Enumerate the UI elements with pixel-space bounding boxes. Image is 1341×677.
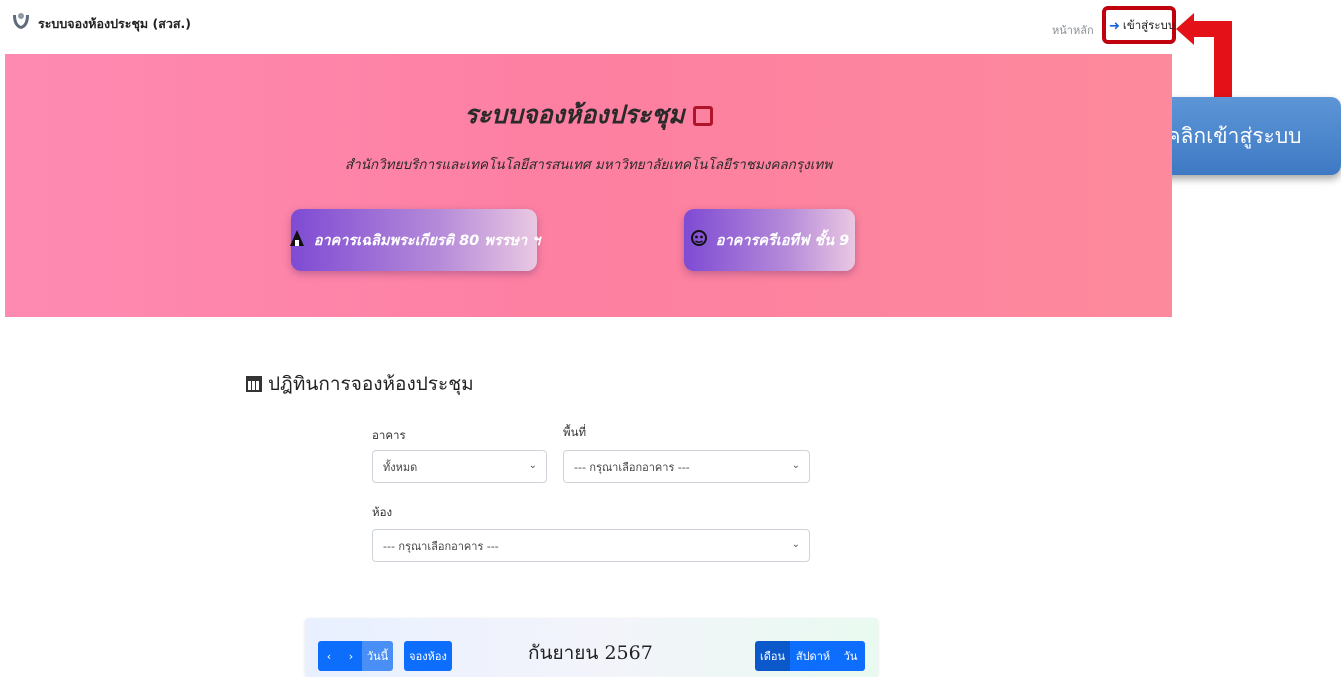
room-filter-label: ห้อง <box>372 505 393 519</box>
edit-icon <box>692 106 713 126</box>
prev-month-button[interactable]: ‹ <box>318 641 340 671</box>
banner-title: ระบบจองห้องประชุม <box>0 95 1177 135</box>
login-label: เข้าสู่ระบบ <box>1122 18 1176 32</box>
room-select-value: --- กรุณาเลือกอาคาร --- <box>383 539 499 553</box>
calendar-heading-text: ปฎิทินการจองห้องประชุม <box>268 373 474 395</box>
hero-banner <box>5 54 1172 317</box>
view-day-button[interactable]: วัน <box>836 641 865 671</box>
area-select[interactable]: --- กรุณาเลือกอาคาร --- ⌄ <box>563 450 810 483</box>
building-select-value: ทั้งหมด <box>383 460 418 474</box>
banner-subtitle: สำนักวิทยบริการและเทคโนโลยีสารสนเทศ มหาว… <box>344 157 833 173</box>
brand-title[interactable]: ระบบจองห้องประชุม (สวส.) <box>38 14 191 34</box>
calendar-heading: ปฎิทินการจองห้องประชุม <box>246 369 474 399</box>
building-filter-label: อาคาร <box>372 428 406 442</box>
logo-icon <box>10 10 32 32</box>
creative-building-button[interactable]: อาคารครีเอทีฟ ชั้น 9 <box>684 209 855 271</box>
login-link[interactable]: ➜ เข้าสู่ระบบ <box>1109 17 1175 35</box>
chevron-down-icon: ⌄ <box>791 460 800 471</box>
room-select[interactable]: --- กรุณาเลือกอาคาร --- ⌄ <box>372 529 810 562</box>
calendar-icon <box>246 376 262 392</box>
annotation-arrow-stem <box>1214 21 1232 103</box>
today-button[interactable]: วันนี้ <box>362 641 393 671</box>
view-month-button[interactable]: เดือน <box>755 641 790 671</box>
view-week-button[interactable]: สัปดาห์ <box>790 641 836 671</box>
book-room-button[interactable]: จองห้อง <box>404 641 452 671</box>
area-select-value: --- กรุณาเลือกอาคาร --- <box>574 460 690 474</box>
chevron-down-icon: ⌄ <box>528 460 537 471</box>
creative-building-label: อาคารครีเอทีฟ ชั้น 9 <box>715 232 850 249</box>
building-80-button[interactable]: อาคารเฉลิมพระเกียรติ 80 พรรษา ฯ <box>288 209 540 271</box>
building-icon <box>288 229 306 251</box>
banner-title-text: ระบบจองห้องประชุม <box>464 100 685 129</box>
chevron-down-icon: ⌄ <box>791 539 800 550</box>
calendar-month-title: กันยายน 2567 <box>528 642 653 664</box>
next-month-button[interactable]: › <box>340 641 362 671</box>
building-select[interactable]: ทั้งหมด ⌄ <box>372 450 547 483</box>
building-80-label: อาคารเฉลิมพระเกียรติ 80 พรรษา ฯ <box>313 232 541 249</box>
nav-home-link[interactable]: หน้าหลัก <box>1052 21 1094 39</box>
area-filter-label: พื้นที่ <box>563 425 587 439</box>
sign-in-icon: ➜ <box>1109 18 1120 34</box>
mask-icon <box>690 229 708 251</box>
annotation-arrow-head <box>1176 13 1194 45</box>
